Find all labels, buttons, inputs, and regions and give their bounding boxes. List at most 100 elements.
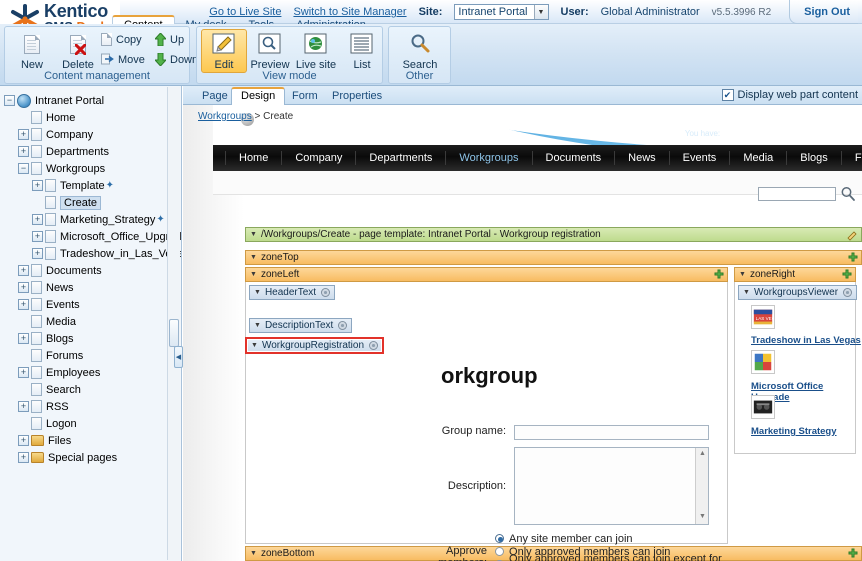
radio-option[interactable]: Any site member can join <box>495 532 729 545</box>
chevron-down-icon[interactable]: ▼ <box>254 289 261 296</box>
chevron-down-icon[interactable]: ▼ <box>743 289 750 296</box>
expand-icon[interactable]: + <box>18 435 29 446</box>
tree-node-microsoft-office-upgrade[interactable]: +Microsoft_Office_Upgrade✦ <box>4 228 181 245</box>
expand-icon[interactable]: + <box>18 401 29 412</box>
scroll-up-icon[interactable]: ▲ <box>698 450 707 459</box>
site-nav-company[interactable]: Company <box>282 151 357 165</box>
workgroup-link-marketing-strategy[interactable]: Marketing Strategy <box>751 426 837 437</box>
tree-node-search[interactable]: Search <box>4 381 181 398</box>
collapse-icon[interactable]: − <box>4 95 15 106</box>
tree-node-special-pages[interactable]: + Special pages <box>4 449 181 466</box>
display-web-part-content-toggle[interactable]: ✔ Display web part content <box>721 89 858 101</box>
site-nav-workgroups[interactable]: Workgroups <box>446 151 533 165</box>
zone-right-bar[interactable]: ▼ zoneRight <box>734 267 856 282</box>
page-template-bar[interactable]: ▼ /Workgroups/Create - page template: In… <box>245 227 862 242</box>
expand-icon[interactable]: + <box>18 265 29 276</box>
preview-button[interactable]: Preview <box>247 30 293 71</box>
add-web-part-icon[interactable] <box>847 252 859 264</box>
expand-icon[interactable]: + <box>18 129 29 140</box>
expand-icon[interactable]: + <box>32 248 43 259</box>
expand-icon[interactable]: + <box>32 180 43 191</box>
collapse-icon[interactable]: − <box>18 163 29 174</box>
site-nav-home[interactable]: Home <box>225 151 283 165</box>
tree-node-workgroups[interactable]: − Workgroups <box>4 160 181 177</box>
expand-icon[interactable]: + <box>18 452 29 463</box>
tree-node-rss[interactable]: + RSS <box>4 398 181 415</box>
scroll-down-icon[interactable]: ▼ <box>698 513 707 522</box>
tree-node-employees[interactable]: + Employees <box>4 364 181 381</box>
tree-node-media[interactable]: Media <box>4 313 181 330</box>
zone-top-bar[interactable]: ▼ zoneTop <box>245 250 862 265</box>
tree-node-intranet-portal[interactable]: − Intranet Portal <box>4 92 181 109</box>
tree-node-home[interactable]: Home <box>4 109 181 126</box>
tab-design[interactable]: Design <box>231 87 286 106</box>
list-button[interactable]: List <box>339 30 385 71</box>
webpart-workgroups-viewer-bar[interactable]: ▼ WorkgroupsViewer <box>738 285 858 300</box>
site-nav-forums[interactable]: Forums <box>842 151 862 165</box>
description-textarea[interactable]: ▲ ▼ <box>514 447 709 525</box>
site-search-icon[interactable] <box>840 186 856 202</box>
panel-collapse-handle[interactable]: ◀ <box>174 346 183 368</box>
site-nav-news[interactable]: News <box>615 151 670 165</box>
copy-button[interactable]: Copy <box>101 33 142 46</box>
tree-node-departments[interactable]: + Departments <box>4 143 181 160</box>
down-button[interactable]: Down <box>155 53 198 66</box>
checkbox-icon[interactable]: ✔ <box>721 89 734 101</box>
site-nav-events[interactable]: Events <box>670 151 731 165</box>
add-web-part-icon[interactable] <box>841 269 853 281</box>
expand-icon[interactable]: + <box>32 214 43 225</box>
webpart-workgroup-registration-bar[interactable]: ▼ WorkgroupRegistration <box>245 337 385 354</box>
delete-button[interactable]: Delete <box>55 30 101 71</box>
breadcrumb-root-link[interactable]: Workgroups <box>198 111 252 122</box>
move-button[interactable]: Move <box>101 53 145 66</box>
content-tree-scrollbar[interactable] <box>167 87 180 560</box>
tree-node-documents[interactable]: + Documents <box>4 262 181 279</box>
expand-icon[interactable]: + <box>18 282 29 293</box>
chevron-down-icon[interactable]: ▼ <box>250 550 257 557</box>
zone-left-bar[interactable]: ▼ zoneLeft <box>245 267 728 282</box>
textarea-scrollbar[interactable]: ▲ ▼ <box>695 448 708 524</box>
up-button[interactable]: Up <box>155 33 184 46</box>
chevron-down-icon[interactable]: ▼ <box>533 5 548 19</box>
search-button[interactable]: Search <box>397 30 443 71</box>
site-nav-media[interactable]: Media <box>730 151 788 165</box>
add-web-part-icon[interactable] <box>847 548 859 560</box>
webpart-header-text-bar[interactable]: ▼ HeaderText <box>249 285 336 300</box>
site-select[interactable]: Intranet Portal ▼ <box>454 4 549 20</box>
tree-node-marketing-strategy[interactable]: + Marketing_Strategy ✦ <box>4 211 181 228</box>
tree-node-files[interactable]: + Files <box>4 432 181 449</box>
site-search-input[interactable] <box>758 187 836 201</box>
scrollbar-thumb[interactable] <box>169 319 179 347</box>
gear-icon[interactable] <box>320 287 331 298</box>
chevron-down-icon[interactable]: ▼ <box>250 254 257 261</box>
tree-node-blogs[interactable]: + Blogs <box>4 330 181 347</box>
edit-template-icon[interactable] <box>846 229 858 241</box>
expand-icon[interactable]: + <box>18 367 29 378</box>
chevron-down-icon[interactable]: ▼ <box>251 342 258 349</box>
unread-messages-link[interactable]: 0 unread message(s) <box>722 129 798 138</box>
tree-node-company[interactable]: + Company <box>4 126 181 143</box>
add-web-part-icon[interactable] <box>713 269 725 281</box>
tree-node-create[interactable]: Create <box>4 194 181 211</box>
gear-icon[interactable] <box>337 320 348 331</box>
radio-icon[interactable] <box>495 534 505 543</box>
tab-form[interactable]: Form <box>283 88 327 104</box>
new-button[interactable]: New <box>9 30 55 71</box>
live-site-button[interactable]: Live site <box>293 30 339 71</box>
sign-out-button[interactable]: Sign Out <box>789 0 858 24</box>
site-nav-departments[interactable]: Departments <box>356 151 447 165</box>
expand-icon[interactable]: + <box>18 333 29 344</box>
tree-node-logon[interactable]: Logon <box>4 415 181 432</box>
expand-icon[interactable]: + <box>32 231 43 242</box>
radio-icon[interactable] <box>495 547 505 556</box>
group-name-input[interactable] <box>514 425 709 440</box>
tab-properties[interactable]: Properties <box>323 88 391 104</box>
site-nav-blogs[interactable]: Blogs <box>787 151 842 165</box>
tree-node-template[interactable]: + Template ✦ <box>4 177 181 194</box>
active-tasks-link[interactable]: 0 active task(s) <box>800 129 854 138</box>
tree-node-tradeshow-in-las-vegas[interactable]: +Tradeshow_in_Las_Vegas✦ <box>4 245 181 262</box>
expand-icon[interactable]: + <box>18 299 29 310</box>
expand-icon[interactable]: + <box>18 146 29 157</box>
webpart-description-text-bar[interactable]: ▼ DescriptionText <box>249 318 353 333</box>
chevron-down-icon[interactable]: ▼ <box>254 322 261 329</box>
